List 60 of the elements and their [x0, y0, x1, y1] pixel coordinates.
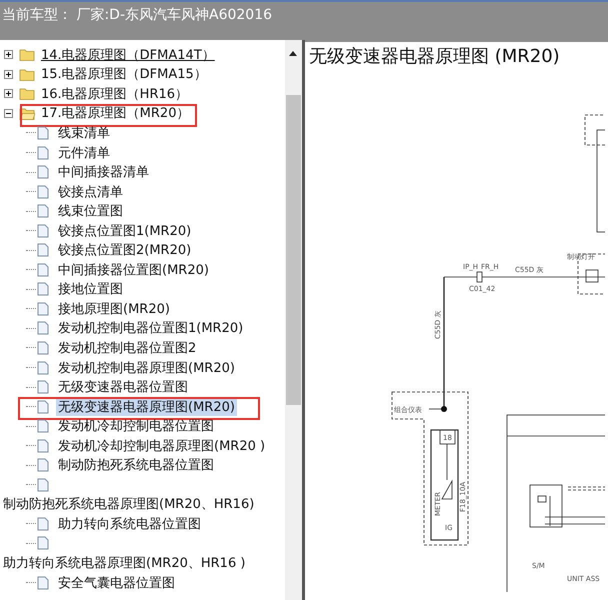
- document-icon: [37, 340, 49, 355]
- document-icon: [37, 146, 49, 160]
- tree-folder-label[interactable]: 17.电器原理图（MR20）: [39, 104, 192, 122]
- document-icon: [37, 302, 49, 316]
- expander-icon[interactable]: [4, 70, 13, 79]
- scrollbar[interactable]: [285, 40, 302, 600]
- folder-icon: [19, 48, 35, 62]
- document-icon: [37, 360, 49, 375]
- document-icon: [37, 262, 49, 277]
- tree-item[interactable]: 中间插接器清单: [56, 163, 151, 182]
- tree-item[interactable]: 铰接点位置图2(MR20): [56, 241, 194, 260]
- tree-item[interactable]: 助力转向系统电器原理图(MR20、HR16 ): [1, 554, 248, 572]
- tree-folder-label[interactable]: 15.电器原理图（DFMA15）: [39, 65, 209, 84]
- expander-icon[interactable]: [4, 50, 13, 60]
- tree-item[interactable]: 助力转向系统电器位置图: [56, 514, 203, 533]
- document-icon: [37, 516, 49, 531]
- tree-item[interactable]: 发动机控制电器原理图(MR20): [56, 358, 237, 377]
- tree-folder-label[interactable]: 14.电器原理图（DFMA14T）: [39, 46, 217, 64]
- scroll-up-icon[interactable]: [289, 51, 297, 56]
- tree-item[interactable]: 中间插接器位置图(MR20): [56, 260, 211, 279]
- document-icon: [37, 400, 49, 414]
- tree-item[interactable]: 安全气囊电器位置图: [56, 574, 177, 592]
- document-icon: [37, 438, 49, 453]
- document-icon: [37, 419, 49, 434]
- tree-item[interactable]: 线束清单: [56, 124, 112, 142]
- tree-item[interactable]: 铰接点位置图1(MR20): [56, 222, 194, 240]
- document-icon: [37, 224, 49, 238]
- tree-item[interactable]: 线束位置图: [56, 202, 125, 220]
- tree-item[interactable]: 铰接点清单: [56, 182, 125, 201]
- expander-icon[interactable]: [4, 108, 13, 118]
- tree-folder-label[interactable]: 16.电器原理图（HR16）: [39, 84, 190, 103]
- tree-item[interactable]: 制动防抱死系统电器原理图(MR20、HR16): [1, 495, 256, 514]
- document-icon: [37, 126, 49, 140]
- fuse-drawing: [440, 430, 456, 500]
- document-icon: [37, 380, 49, 394]
- document-icon: [37, 536, 49, 550]
- document-title: 无级变速器电器原理图 (MR20): [308, 45, 561, 68]
- document-icon: [37, 184, 49, 199]
- tree-item[interactable]: 发动机控制电器位置图2: [56, 338, 198, 357]
- document-icon: [37, 321, 49, 336]
- folder-icon: [19, 87, 35, 100]
- tree-item[interactable]: 接地原理图(MR20): [56, 300, 172, 318]
- document-icon: [37, 165, 49, 180]
- document-icon: [37, 458, 49, 472]
- folder-icon: [19, 68, 35, 81]
- expander-icon[interactable]: [4, 89, 13, 98]
- tree-item[interactable]: 无级变速器电器位置图: [56, 378, 190, 396]
- document-icon: [37, 478, 49, 492]
- document-icon: [37, 576, 49, 590]
- document-icon: [37, 204, 49, 218]
- tree-item[interactable]: 元件清单: [56, 144, 112, 162]
- tree-item[interactable]: 发动机冷却控制电器原理图(MR20 ): [56, 436, 268, 455]
- header-title: 当前车型： 厂家:D-东风汽车风神A602016: [2, 7, 272, 23]
- document-icon: [37, 243, 49, 258]
- tree-item[interactable]: 发动机冷却控制电器位置图: [56, 417, 216, 436]
- document-icon: [37, 282, 49, 296]
- tree-item[interactable]: 制动防抱死系统电器位置图: [56, 456, 216, 474]
- scrollbar-thumb[interactable]: [286, 95, 301, 405]
- tree-item[interactable]: 接地位置图: [56, 280, 125, 298]
- tree-item[interactable]: 发动机控制电器位置图1(MR20): [56, 319, 246, 338]
